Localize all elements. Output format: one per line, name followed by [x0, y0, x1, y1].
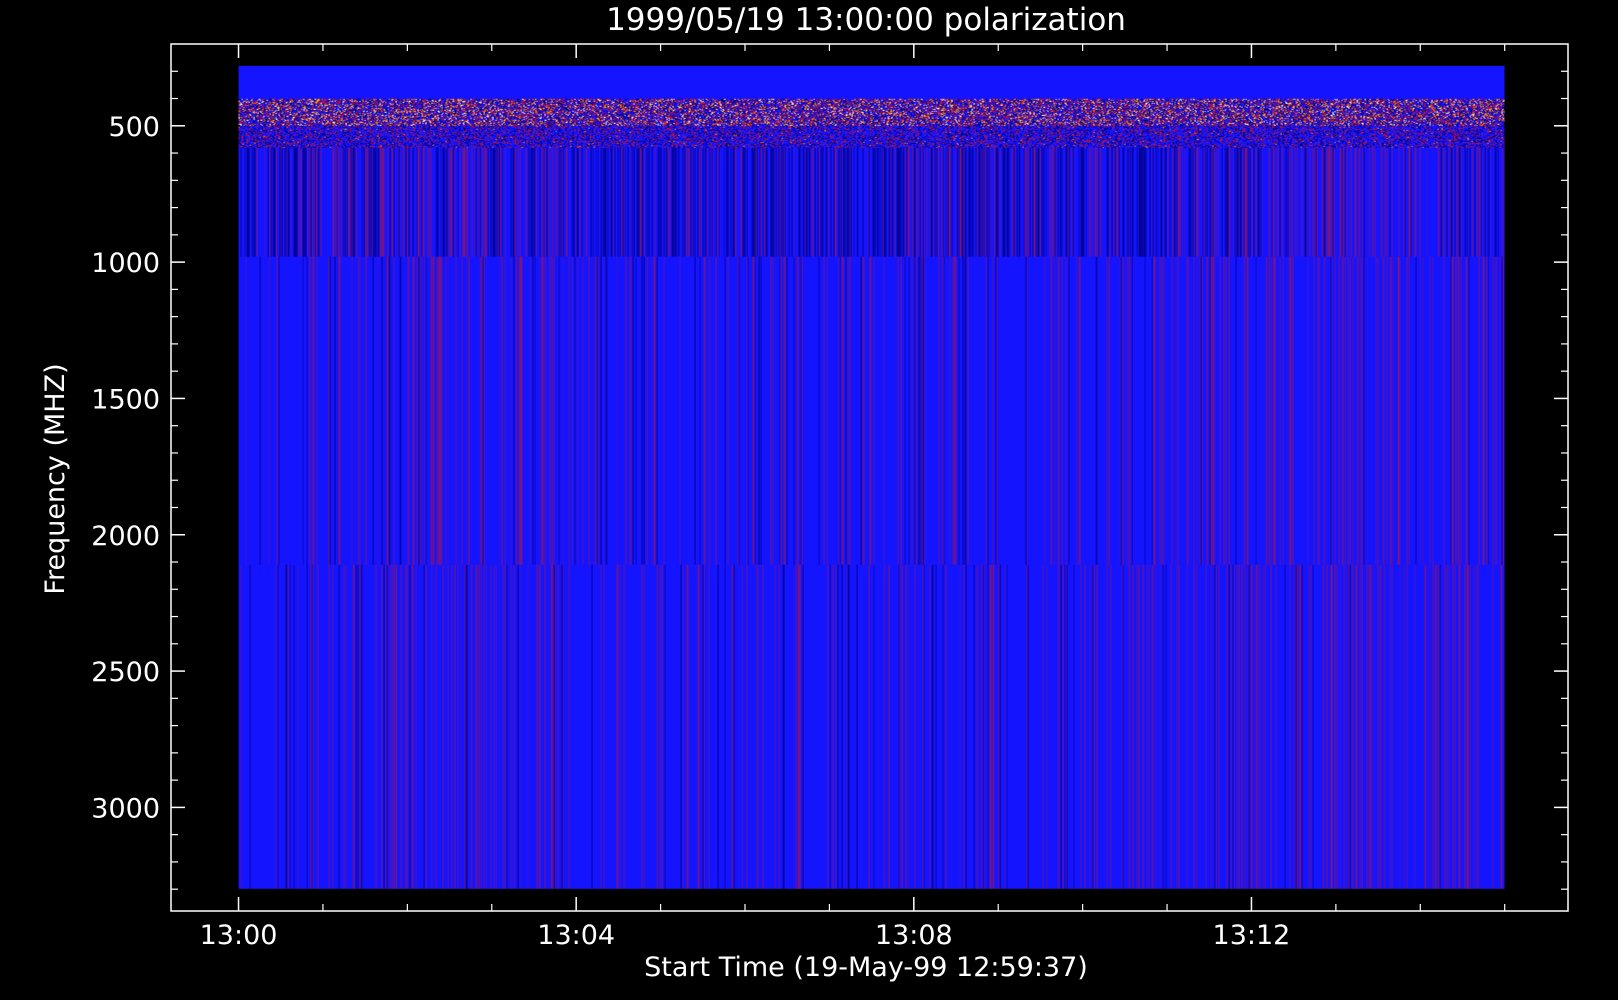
x-tick-label: 13:12	[1213, 920, 1291, 951]
x-axis-label: Start Time (19-May-99 12:59:37)	[644, 952, 1088, 983]
spectrogram-raster	[238, 65, 1505, 889]
y-axis-label: Frequency (MHZ)	[40, 363, 71, 594]
y-tick-label: 2500	[91, 657, 160, 688]
spectrogram-figure: 1999/05/19 13:00:00 polarization 13:00 13…	[0, 0, 1618, 1000]
x-tick-label: 13:08	[875, 920, 953, 951]
y-tick-label: 2000	[91, 521, 160, 552]
x-tick-label: 13:04	[537, 920, 615, 951]
spectrogram-image	[238, 65, 1505, 889]
y-tick-label: 500	[108, 112, 160, 143]
y-tick-label: 1500	[91, 384, 160, 415]
y-tick-label: 1000	[91, 248, 160, 279]
x-tick-label: 13:00	[200, 920, 278, 951]
chart-title: 1999/05/19 13:00:00 polarization	[606, 2, 1126, 38]
y-tick-label: 3000	[91, 793, 160, 824]
